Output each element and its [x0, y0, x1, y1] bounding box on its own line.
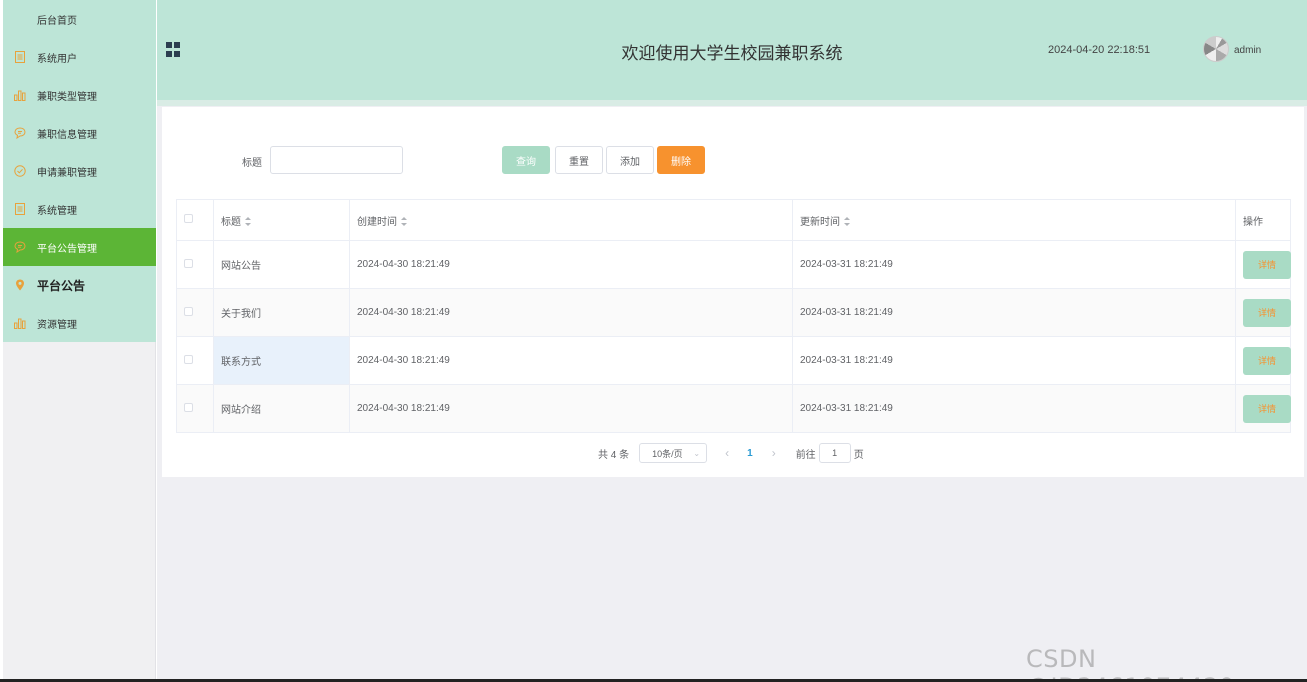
sort-icon[interactable]	[401, 217, 407, 227]
sort-icon[interactable]	[844, 217, 850, 227]
row-select-cell	[176, 288, 214, 337]
detail-button[interactable]: 详情	[1243, 394, 1291, 423]
sidebar-item-home[interactable]: 后台首页	[3, 0, 156, 38]
column-header-title[interactable]: 标题	[213, 199, 350, 241]
row-checkbox[interactable]	[184, 354, 193, 364]
detail-button[interactable]: 详情	[1243, 250, 1291, 279]
chevron-down-icon: ⌄	[693, 448, 701, 458]
page-size-select[interactable]: 10条/页 ⌄	[639, 443, 708, 463]
sidebar-item-system-management[interactable]: 系统管理	[3, 190, 156, 228]
sidebar-item-job-types[interactable]: 兼职类型管理	[3, 76, 156, 114]
row-checkbox[interactable]	[184, 258, 193, 268]
sidebar-item-announcements[interactable]: 平台公告	[3, 266, 156, 304]
sidebar-menu: 后台首页 系统用户 兼职类型管理 兼职信息管理 申请兼职管理 系统管理 平台公告…	[3, 0, 156, 342]
sidebar-item-label: 兼职信息管理	[37, 129, 97, 141]
actions-cell: 详情	[1235, 384, 1291, 433]
table-row: 关于我们 2024-04-30 18:21:49 2024-03-31 18:2…	[176, 288, 1291, 337]
watermark: CSDN @ID3461074420	[1026, 645, 1234, 682]
updated-cell: 2024-03-31 18:21:49	[792, 384, 1236, 433]
chat-bubble-icon	[13, 240, 27, 254]
table-header-row: 标题 创建时间 更新时间 操作	[176, 199, 1291, 241]
sort-icon[interactable]	[245, 217, 251, 227]
sidebar-item-label: 系统用户	[37, 53, 77, 65]
created-cell: 2024-04-30 18:21:49	[349, 288, 793, 337]
sidebar-item-announcement-management[interactable]: 平台公告管理	[3, 228, 156, 266]
actions-cell: 详情	[1235, 336, 1291, 385]
bar-chart-icon	[13, 88, 27, 102]
table-row: 网站介绍 2024-04-30 18:21:49 2024-03-31 18:2…	[176, 384, 1291, 433]
row-select-cell	[176, 336, 214, 385]
sidebar-item-label: 资源管理	[37, 319, 77, 331]
sidebar-item-job-info[interactable]: 兼职信息管理	[3, 114, 156, 152]
column-header-label: 创建时间	[357, 216, 397, 228]
document-icon	[13, 202, 27, 216]
title-cell: 网站公告	[213, 240, 350, 289]
header: 欢迎使用大学生校园兼职系统 2024-04-20 22:18:51 admin	[157, 0, 1307, 100]
created-cell: 2024-04-30 18:21:49	[349, 240, 793, 289]
select-all-cell	[176, 199, 214, 241]
title-cell: 关于我们	[213, 288, 350, 337]
updated-cell: 2024-03-31 18:21:49	[792, 336, 1236, 385]
username[interactable]: admin	[1234, 45, 1261, 56]
avatar[interactable]	[1203, 36, 1229, 62]
select-all-checkbox[interactable]	[184, 214, 193, 223]
column-header-label: 标题	[221, 216, 241, 228]
actions-cell: 详情	[1235, 240, 1291, 289]
sidebar-item-system-users[interactable]: 系统用户	[3, 38, 156, 76]
table-row: 联系方式 2024-04-30 18:21:49 2024-03-31 18:2…	[176, 336, 1291, 385]
delete-button[interactable]: 删除	[657, 146, 705, 174]
table-row: 网站公告 2024-04-30 18:21:49 2024-03-31 18:2…	[176, 240, 1291, 289]
created-cell: 2024-04-30 18:21:49	[349, 384, 793, 433]
prev-page-icon[interactable]: ‹	[725, 446, 729, 460]
sidebar-item-job-applications[interactable]: 申请兼职管理	[3, 152, 156, 190]
search-input[interactable]	[270, 146, 403, 174]
next-page-icon[interactable]: ›	[772, 446, 776, 460]
row-checkbox[interactable]	[184, 402, 193, 412]
sidebar-item-label: 平台公告管理	[37, 243, 97, 255]
pagination: 共 4 条 10条/页 ⌄ ‹ 1 › 前往 页	[598, 443, 864, 463]
actions-cell: 详情	[1235, 288, 1291, 337]
add-button[interactable]: 添加	[606, 146, 654, 174]
created-cell: 2024-04-30 18:21:49	[349, 336, 793, 385]
page-size-value: 10条/页	[652, 448, 683, 459]
detail-button[interactable]: 详情	[1243, 298, 1291, 327]
sidebar: 后台首页 系统用户 兼职类型管理 兼职信息管理 申请兼职管理 系统管理 平台公告…	[3, 0, 156, 682]
goto-label: 前往	[795, 449, 816, 461]
datetime: 2024-04-20 22:18:51	[1048, 44, 1151, 56]
announcement-table: 标题 创建时间 更新时间 操作 网站公告 2024-04-30 18:21:49…	[176, 199, 1291, 433]
goto-page-input[interactable]	[818, 443, 851, 463]
sidebar-item-label: 兼职类型管理	[37, 91, 97, 103]
updated-cell: 2024-03-31 18:21:49	[792, 240, 1236, 289]
total-count: 共 4 条	[598, 449, 630, 461]
column-header-actions: 操作	[1235, 199, 1291, 241]
page-number-current[interactable]: 1	[747, 448, 753, 459]
column-header-updated[interactable]: 更新时间	[792, 199, 1236, 241]
sidebar-item-label: 系统管理	[37, 205, 77, 217]
row-select-cell	[176, 384, 214, 433]
column-header-label: 更新时间	[800, 216, 840, 228]
chat-bubble-icon	[13, 126, 27, 140]
page-suffix: 页	[853, 449, 864, 461]
search-label: 标题	[242, 158, 262, 169]
title-cell: 网站介绍	[213, 384, 350, 433]
row-select-cell	[176, 240, 214, 289]
bar-chart-icon	[13, 316, 27, 330]
column-header-created[interactable]: 创建时间	[349, 199, 793, 241]
check-circle-icon	[13, 164, 27, 178]
sidebar-item-label: 申请兼职管理	[37, 167, 97, 179]
document-icon	[13, 50, 27, 64]
row-checkbox[interactable]	[184, 306, 193, 316]
updated-cell: 2024-03-31 18:21:49	[792, 288, 1236, 337]
sidebar-item-label: 后台首页	[37, 15, 77, 27]
location-pin-icon	[13, 278, 27, 292]
detail-button[interactable]: 详情	[1243, 346, 1291, 375]
query-button[interactable]: 查询	[502, 146, 550, 174]
sidebar-item-label: 平台公告	[37, 278, 86, 293]
sidebar-item-resources[interactable]: 资源管理	[3, 304, 156, 342]
title-cell: 联系方式	[213, 336, 350, 385]
column-header-label: 操作	[1243, 216, 1263, 228]
reset-button[interactable]: 重置	[555, 146, 603, 174]
